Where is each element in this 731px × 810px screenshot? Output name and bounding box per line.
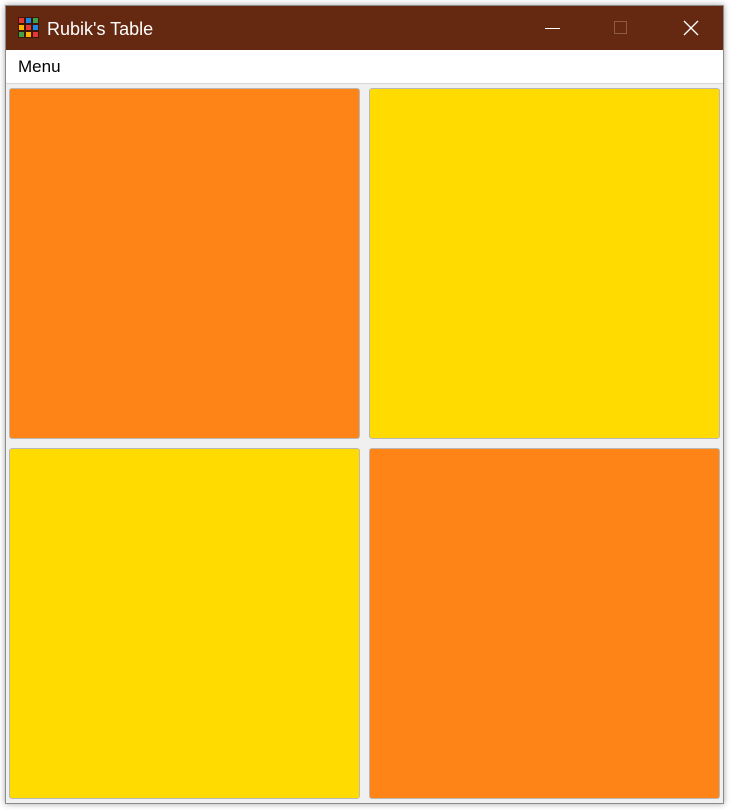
grid-tile[interactable] xyxy=(9,448,360,799)
minimize-icon xyxy=(545,28,560,29)
close-button[interactable] xyxy=(656,6,726,50)
close-icon xyxy=(683,20,699,36)
icon-cell xyxy=(18,24,25,31)
rubiks-cube-icon xyxy=(18,17,39,38)
app-window: Rubik's Table Menu xyxy=(5,5,724,804)
tile-grid xyxy=(6,84,723,803)
icon-cell xyxy=(18,17,25,24)
icon-cell xyxy=(18,31,25,38)
icon-cell xyxy=(32,17,39,24)
icon-cell xyxy=(32,31,39,38)
grid-tile[interactable] xyxy=(369,88,720,439)
menu-bar: Menu xyxy=(6,50,723,84)
maximize-icon xyxy=(614,21,627,34)
menu-item-menu[interactable]: Menu xyxy=(18,57,61,77)
icon-cell xyxy=(25,17,32,24)
title-bar[interactable]: Rubik's Table xyxy=(6,6,723,50)
icon-cell xyxy=(25,24,32,31)
minimize-button[interactable] xyxy=(516,6,586,50)
icon-cell xyxy=(32,24,39,31)
grid-tile[interactable] xyxy=(369,448,720,799)
maximize-button[interactable] xyxy=(586,6,656,50)
window-title: Rubik's Table xyxy=(47,19,154,39)
grid-tile[interactable] xyxy=(9,88,360,439)
icon-cell xyxy=(25,31,32,38)
